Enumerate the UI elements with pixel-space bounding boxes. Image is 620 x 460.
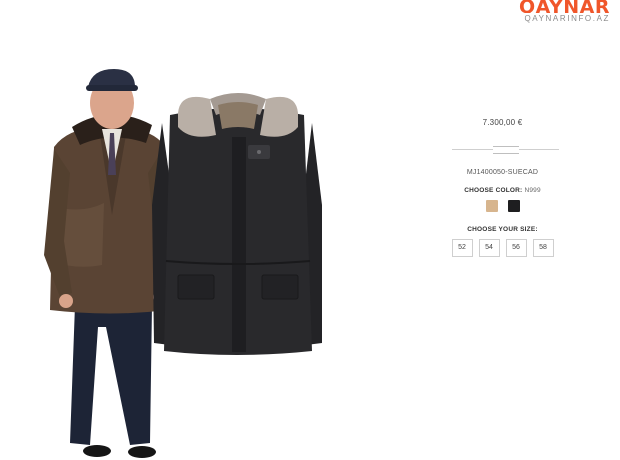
beige-swatch[interactable] (485, 200, 498, 212)
watermark-logo: QAYNAR QAYNARINFO.AZ (519, 0, 610, 23)
parka-coat (152, 93, 322, 355)
watermark-site: QAYNARINFO.AZ (524, 14, 610, 23)
size-option-52[interactable]: 52 (451, 239, 473, 257)
divider (452, 144, 559, 154)
size-option-56[interactable]: 56 (505, 239, 527, 257)
product-details: 7.300,00 € MJ1400050-SUECAD CHOOSE COLOR… (440, 110, 565, 257)
color-code: N999 (524, 187, 541, 194)
product-sku: MJ1400050-SUECAD (466, 169, 539, 176)
product-price: 7.300,00 € (482, 118, 523, 127)
man-figure (44, 69, 172, 458)
size-option-58[interactable]: 58 (532, 239, 554, 257)
product-photo (44, 69, 322, 458)
color-label: CHOOSE COLOR: N999 (464, 187, 541, 194)
color-swatches (440, 200, 565, 212)
black-swatch[interactable] (507, 200, 520, 212)
size-options: 52 54 56 58 (440, 239, 565, 257)
size-label: CHOOSE YOUR SIZE: (467, 226, 538, 233)
size-option-54[interactable]: 54 (478, 239, 500, 257)
watermark-brand: QAYNAR (518, 0, 610, 13)
